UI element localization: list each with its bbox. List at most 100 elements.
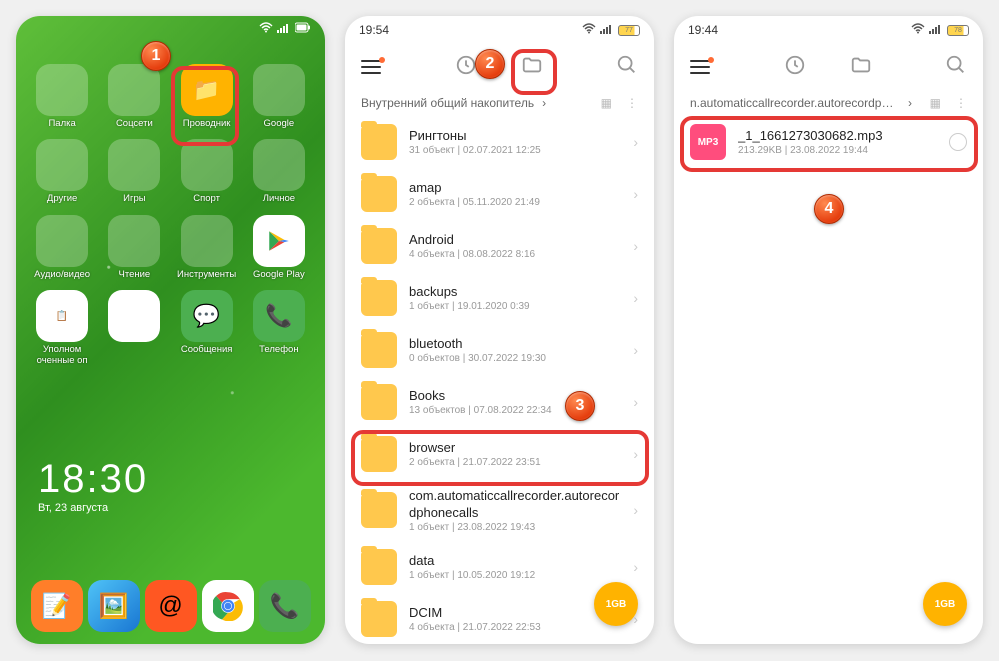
dock-phone[interactable]: 📞 — [259, 580, 311, 632]
callout-2: 2 — [475, 49, 505, 79]
dock-gallery[interactable]: 🖼️ — [88, 580, 140, 632]
folder-row[interactable]: amap2 объекта | 05.11.2020 21:49 › — [345, 168, 654, 220]
app-lichnoe[interactable]: Личное — [243, 139, 315, 204]
callout-4: 4 — [814, 194, 844, 224]
folder-row[interactable]: Рингтоны31 объект | 02.07.2021 12:25› — [345, 116, 654, 168]
clock-date: Вт, 23 августа — [38, 502, 148, 514]
app-igry[interactable]: Игры — [98, 139, 170, 204]
app-sport[interactable]: Спорт — [171, 139, 243, 204]
dock-mail[interactable]: @ — [145, 580, 197, 632]
folder-meta: 0 объектов | 30.07.2022 19:30 — [409, 353, 621, 364]
more-icon[interactable]: ⋮ — [955, 96, 967, 110]
folder-icon — [361, 124, 397, 160]
app-label: Палка — [48, 119, 75, 129]
breadcrumb[interactable]: Внутренний общий накопитель › ▦ ⋮ — [345, 90, 654, 116]
folder-name: data — [409, 553, 621, 570]
folder-meta: 2 объекта | 05.11.2020 21:49 — [409, 197, 621, 208]
folder-meta: 4 объекта | 21.07.2022 22:53 — [409, 622, 621, 633]
app-provodnik[interactable]: 📁Проводник — [171, 64, 243, 129]
app-label: Проводник — [183, 119, 231, 129]
toolbar — [674, 44, 983, 90]
folder-row[interactable]: backups1 объект | 19.01.2020 0:39› — [345, 272, 654, 324]
chevron-right-icon: › — [633, 290, 638, 306]
folder-row[interactable]: com.automaticcallrecorder.autorecordphon… — [345, 480, 654, 541]
chevron-right-icon: › — [633, 342, 638, 358]
clock-time: 18:30 — [38, 457, 148, 502]
folder-meta: 1 объект | 10.05.2020 19:12 — [409, 570, 621, 581]
callout-1: 1 — [141, 41, 171, 71]
folder-name: com.automaticcallrecorder.autorecordphon… — [409, 488, 621, 522]
file-list: MP3 _1_1661273030682.mp3 213.29KB | 23.0… — [674, 116, 983, 168]
breadcrumb[interactable]: n.automaticcallrecorder.autorecordphonec… — [674, 90, 983, 116]
app-palka[interactable]: Палка — [26, 64, 98, 129]
wifi-icon — [582, 23, 596, 37]
grid-view-icon[interactable]: ▦ — [601, 96, 612, 110]
menu-button[interactable] — [361, 60, 381, 74]
folder-row[interactable]: Android4 объекта | 08.08.2022 8:16› — [345, 220, 654, 272]
tab-folders[interactable] — [521, 54, 543, 81]
app-audiovideo[interactable]: Аудио/видео — [26, 215, 98, 280]
folder-meta: 1 объект | 23.08.2022 19:43 — [409, 522, 621, 533]
clock-widget[interactable]: 18:30 Вт, 23 августа — [38, 457, 148, 514]
app-google-folder[interactable]: Google — [243, 64, 315, 129]
app-drugie[interactable]: Другие — [26, 139, 98, 204]
app-label: Чтение — [119, 270, 151, 280]
status-bar — [259, 22, 311, 36]
app-google-play[interactable]: Google Play — [243, 215, 315, 280]
folder-name: amap — [409, 180, 621, 197]
chevron-right-icon: › — [633, 238, 638, 254]
chevron-right-icon: › — [633, 559, 638, 575]
file-row[interactable]: MP3 _1_1661273030682.mp3 213.29KB | 23.0… — [674, 116, 983, 168]
app-upolnom[interactable]: 📋Уполном оченные оп — [26, 290, 98, 366]
search-button[interactable] — [945, 54, 967, 81]
folder-name: DCIM — [409, 605, 621, 622]
app-instrumenty[interactable]: Инструменты — [171, 215, 243, 280]
battery-icon: 78 — [947, 25, 969, 36]
folder-row[interactable]: browser2 объекта | 21.07.2022 23:51› — [345, 428, 654, 480]
chevron-right-icon: › — [633, 446, 638, 462]
storage-fab[interactable]: 1GB — [923, 582, 967, 626]
more-icon[interactable]: ⋮ — [626, 96, 638, 110]
app-phone[interactable]: 📞Телефон — [243, 290, 315, 366]
folder-name: browser — [409, 440, 621, 457]
folder-row[interactable]: bluetooth0 объектов | 30.07.2022 19:30› — [345, 324, 654, 376]
phone-home: Палка Соцсети 📁Проводник Google Другие И… — [16, 16, 325, 644]
search-button[interactable] — [616, 54, 638, 81]
app-messages[interactable]: 💬Сообщения — [171, 290, 243, 366]
app-socseti[interactable]: Соцсети — [98, 64, 170, 129]
signal-icon — [600, 23, 614, 37]
chevron-right-icon: › — [633, 134, 638, 150]
app-label: Спорт — [193, 194, 220, 204]
app-google[interactable]: G — [98, 290, 170, 366]
folder-meta: 31 объект | 02.07.2021 12:25 — [409, 145, 621, 156]
status-time: 19:44 — [688, 23, 718, 37]
app-label: Уполном оченные оп — [29, 345, 95, 366]
tab-recent[interactable] — [784, 54, 806, 81]
battery-icon: 77 — [618, 25, 640, 36]
menu-button[interactable] — [690, 60, 710, 74]
status-time: 19:54 — [359, 23, 389, 37]
chevron-right-icon: › — [908, 96, 912, 110]
chevron-right-icon: › — [633, 394, 638, 410]
breadcrumb-text: Внутренний общий накопитель — [361, 96, 534, 110]
chevron-right-icon: › — [633, 186, 638, 202]
folder-icon — [361, 384, 397, 420]
signal-icon — [929, 23, 943, 37]
storage-fab[interactable]: 1GB — [594, 582, 638, 626]
app-label: Игры — [123, 194, 145, 204]
app-label: Google Play — [253, 270, 305, 280]
grid-view-icon[interactable]: ▦ — [930, 96, 941, 110]
dock-notes[interactable]: 📝 — [31, 580, 83, 632]
status-bar: 19:54 77 — [345, 16, 654, 44]
tab-recent[interactable] — [455, 54, 477, 81]
app-label: Другие — [47, 194, 77, 204]
folder-row[interactable]: Books13 объектов | 07.08.2022 22:34› — [345, 376, 654, 428]
app-chtenie[interactable]: Чтение — [98, 215, 170, 280]
file-name: _1_1661273030682.mp3 — [738, 128, 937, 145]
select-radio[interactable] — [949, 133, 967, 151]
folder-icon — [361, 492, 397, 528]
dock-chrome[interactable] — [202, 580, 254, 632]
tab-folders[interactable] — [850, 54, 872, 81]
folder-icon — [361, 436, 397, 472]
app-label: Телефон — [259, 345, 298, 355]
